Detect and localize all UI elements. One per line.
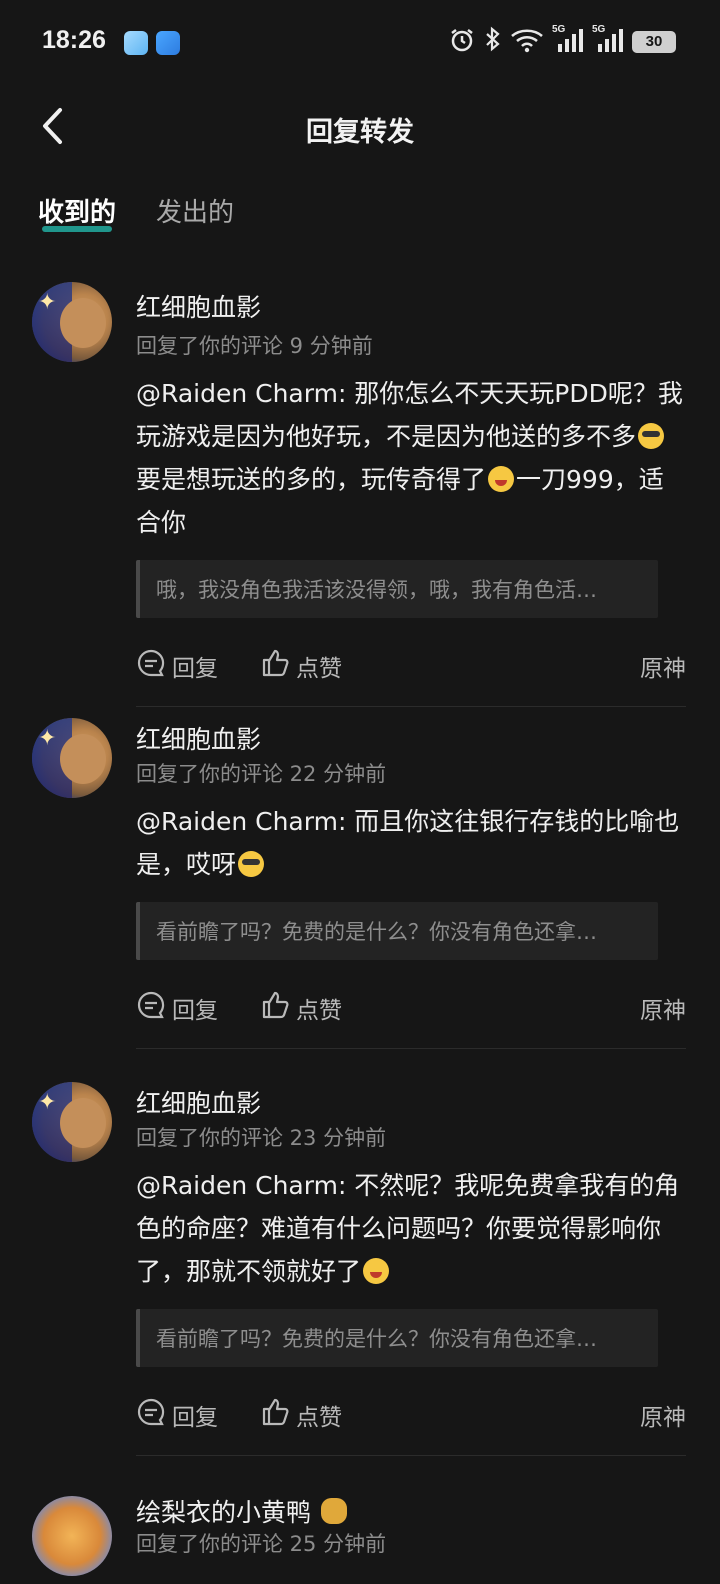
reply-meta: 回复了你的评论 9 分钟前 [136,334,373,358]
thumb-up-icon [260,1397,290,1433]
source-link[interactable]: 原神 [640,649,686,683]
reply-button[interactable]: 回复 [136,1397,218,1433]
action-bar: 回复 点赞 原神 [136,1375,686,1455]
like-label: 点赞 [296,1405,342,1431]
comment-text[interactable]: @Raiden Charm: 那你怎么不天天玩PDD呢？我玩游戏是因为他好玩，不… [136,372,686,544]
badge-emoji-icon [321,1498,348,1524]
header: 回复转发 [0,100,720,156]
status-icons: 5G 5G 30 [448,24,676,58]
quoted-comment[interactable]: 看前瞻了吗？免费的是什么？你没有角色还拿… [136,902,658,960]
status-bar: 18:26 5G 5G 30 [0,0,720,84]
wifi-icon [510,26,544,58]
reply-list: ✦ 红细胞血影 回复了你的评论 9 分钟前 @Raiden Charm: 那你怎… [0,270,720,1584]
reply-label: 回复 [172,1405,218,1431]
emoji-cool-icon [238,851,265,877]
emoji-grin-icon [488,466,515,492]
reply-label: 回复 [172,998,218,1024]
signal-label-2: 5G [592,24,606,35]
avatar[interactable] [32,1496,112,1576]
reply-label: 回复 [172,656,218,682]
reply-button[interactable]: 回复 [136,648,218,684]
like-label: 点赞 [296,656,342,682]
quoted-comment[interactable]: 哦，我没角色我活该没得领，哦，我有角色活… [136,560,658,618]
comment-icon [136,648,166,684]
list-item: ✦ 红细胞血影 回复了你的评论 22 分钟前 @Raiden Charm: 而且… [0,698,720,1062]
username[interactable]: 红细胞血影 [136,698,686,754]
comment-text[interactable]: @Raiden Charm: 不然呢？我呢免费拿我有的角色的命座？难道有什么问题… [136,1164,686,1293]
reply-button[interactable]: 回复 [136,990,218,1026]
weather-notification-icon [156,31,180,55]
avatar[interactable]: ✦ [32,282,112,362]
divider [136,1048,686,1049]
list-item: ✦ 红细胞血影 回复了你的评论 9 分钟前 @Raiden Charm: 那你怎… [0,270,720,707]
tab-received[interactable]: 收到的 [38,192,116,242]
like-button[interactable]: 点赞 [260,1397,342,1433]
battery-icon: 30 [632,31,676,53]
action-bar: 回复 点赞 原神 [136,626,686,706]
list-item: ✦ 红细胞血影 回复了你的评论 23 分钟前 @Raiden Charm: 不然… [0,1062,720,1468]
divider [136,1455,686,1456]
source-link[interactable]: 原神 [640,1398,686,1432]
reply-meta: 回复了你的评论 23 分钟前 [136,1126,387,1150]
comment-icon [136,1397,166,1433]
signal-icon-2: 5G [592,24,624,58]
avatar[interactable]: ✦ [32,1082,112,1162]
thumb-up-icon [260,648,290,684]
username[interactable]: 红细胞血影 [136,270,686,326]
alarm-icon [448,26,476,58]
action-bar: 回复 点赞 原神 [136,968,686,1048]
app-notification-icon [124,31,148,55]
emoji-grin-icon [363,1258,390,1284]
source-link[interactable]: 原神 [640,991,686,1025]
comment-text-part: 要是想玩送的多的，玩传奇得了 [136,465,487,494]
tab-bar: 收到的 发出的 [38,192,234,242]
status-time: 18:26 [42,26,106,54]
page-title: 回复转发 [306,117,414,148]
thumb-up-icon [260,990,290,1026]
comment-text-part: @Raiden Charm: 那你怎么不天天玩PDD呢？我玩游戏是因为他好玩，不… [136,379,683,451]
comment-text[interactable]: @Raiden Charm: 而且你这往银行存钱的比喻也是，哎呀 [136,800,686,886]
tab-sent[interactable]: 发出的 [156,192,234,242]
bluetooth-icon [484,26,502,58]
username[interactable]: 红细胞血影 [136,1062,686,1118]
signal-label: 5G [552,24,566,35]
like-button[interactable]: 点赞 [260,990,342,1026]
like-label: 点赞 [296,998,342,1024]
username-text: 绘梨衣的小黄鸭 [136,1498,312,1527]
username[interactable]: 绘梨衣的小黄鸭 [136,1468,686,1527]
emoji-cool-icon [638,423,665,449]
quoted-comment[interactable]: 看前瞻了吗？免费的是什么？你没有角色还拿… [136,1309,658,1367]
comment-icon [136,990,166,1026]
list-item: 绘梨衣的小黄鸭 回复了你的评论 25 分钟前 [0,1468,720,1584]
reply-meta: 回复了你的评论 25 分钟前 [136,1532,387,1556]
reply-meta: 回复了你的评论 22 分钟前 [136,762,387,786]
comment-text-part: @Raiden Charm: 不然呢？我呢免费拿我有的角色的命座？难道有什么问题… [136,1171,680,1286]
comment-text-part: @Raiden Charm: 而且你这往银行存钱的比喻也是，哎呀 [136,807,680,879]
like-button[interactable]: 点赞 [260,648,342,684]
signal-icon: 5G [552,24,584,58]
avatar[interactable]: ✦ [32,718,112,798]
